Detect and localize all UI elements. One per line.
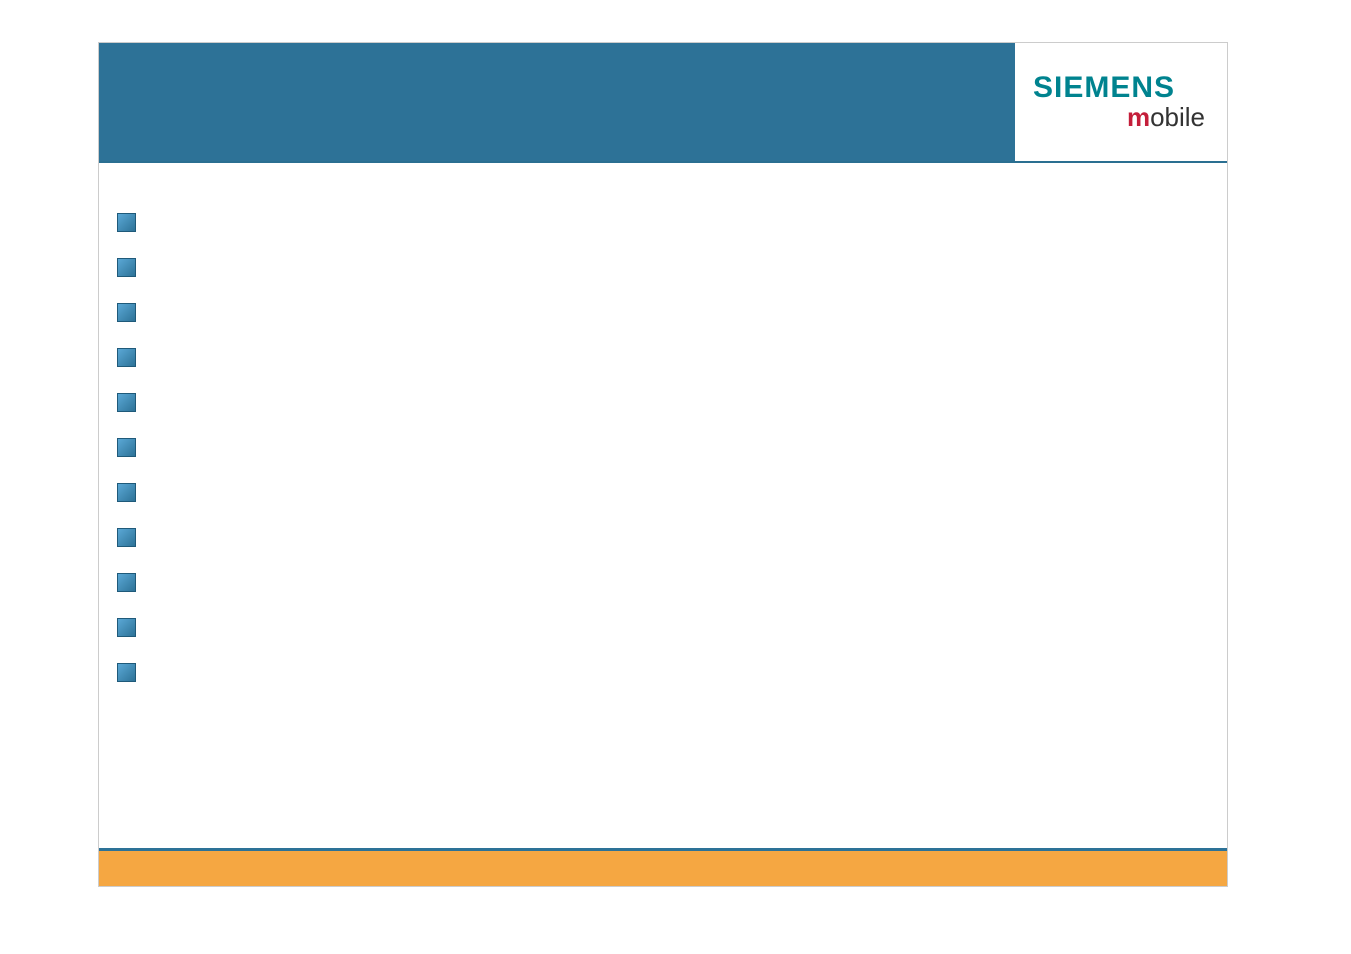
bullet-icon	[117, 573, 136, 592]
bullet-item	[117, 438, 148, 456]
bullet-item	[117, 303, 148, 321]
bullet-icon	[117, 618, 136, 637]
bullet-item	[117, 573, 148, 591]
bullet-list	[117, 213, 148, 708]
bullet-icon	[117, 528, 136, 547]
brand-main-text: SIEMENS	[1033, 73, 1175, 103]
brand-sub-prefix: m	[1127, 102, 1150, 132]
bullet-item	[117, 483, 148, 501]
brand-logo-area: SIEMENS mobile	[1015, 43, 1227, 161]
bullet-icon	[117, 483, 136, 502]
slide-body	[99, 163, 1227, 843]
bullet-item	[117, 213, 148, 231]
bullet-icon	[117, 258, 136, 277]
bullet-icon	[117, 213, 136, 232]
slide-footer-bar	[99, 848, 1227, 886]
brand-sub-rest: obile	[1150, 102, 1205, 132]
bullet-item	[117, 258, 148, 276]
bullet-icon	[117, 303, 136, 322]
slide-container: SIEMENS mobile	[98, 42, 1228, 887]
bullet-icon	[117, 438, 136, 457]
bullet-icon	[117, 663, 136, 682]
slide-header: SIEMENS mobile	[99, 43, 1227, 163]
bullet-item	[117, 393, 148, 411]
bullet-item	[117, 528, 148, 546]
brand-sub-text: mobile	[1127, 103, 1217, 132]
bullet-icon	[117, 348, 136, 367]
header-title-area	[99, 43, 1015, 161]
bullet-item	[117, 348, 148, 366]
bullet-icon	[117, 393, 136, 412]
bullet-item	[117, 663, 148, 681]
bullet-item	[117, 618, 148, 636]
